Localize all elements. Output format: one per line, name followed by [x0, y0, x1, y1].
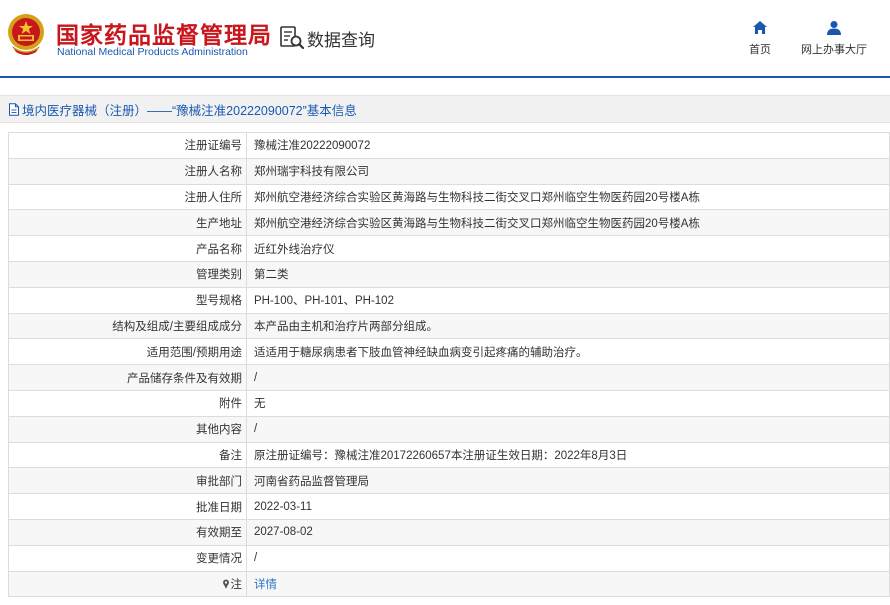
nav-home-label: 首页 [749, 44, 771, 56]
row-value: / [246, 415, 890, 443]
row-value: 第二类 [246, 260, 890, 288]
row-label: 生产地址 [8, 209, 247, 237]
row-label: 注册人名称 [8, 157, 247, 185]
row-label: 有效期至 [8, 518, 247, 546]
table-row: 注册人名称 郑州瑞宇科技有限公司 [8, 157, 890, 185]
breadcrumb: 境内医疗器械（注册）——“豫械注准20222090072”基本信息 [0, 95, 890, 123]
national-emblem-icon [8, 14, 44, 55]
row-value: 适适用于糖尿病患者下肢血管神经缺血病变引起疼痛的辅助治疗。 [246, 338, 890, 366]
table-row: 注册人住所 郑州航空港经济综合实验区黄海路与生物科技二街交叉口郑州临空生物医药园2… [8, 183, 890, 211]
table-row: 型号规格 PH-100、PH-101、PH-102 [8, 286, 890, 314]
row-value: / [246, 544, 890, 572]
row-value: 无 [246, 389, 890, 417]
row-label: 产品储存条件及有效期 [8, 364, 247, 391]
row-label: 注册人住所 [8, 183, 247, 211]
row-value: / [246, 364, 890, 391]
row-label: 产品名称 [8, 235, 247, 262]
table-row: 审批部门 河南省药品监督管理局 [8, 467, 890, 495]
org-name-cn: 国家药品监督管理局 [56, 22, 272, 48]
table-row: 有效期至 2027-08-02 [8, 518, 890, 546]
row-value: 2027-08-02 [246, 518, 890, 546]
note-row: 注 详情 [8, 570, 890, 598]
row-label: 管理类别 [8, 260, 247, 288]
row-label: 审批部门 [8, 467, 247, 495]
home-icon [753, 21, 767, 34]
row-value: 郑州瑞宇科技有限公司 [246, 157, 890, 185]
data-query-link[interactable]: 数据查询 [279, 25, 375, 51]
row-value: 豫械注准20222090072 [246, 132, 890, 159]
nav-home[interactable]: 首页 [747, 20, 773, 57]
row-value: 河南省药品监督管理局 [246, 467, 890, 495]
row-value: 郑州航空港经济综合实验区黄海路与生物科技二街交叉口郑州临空生物医药园20号楼A栋 [246, 209, 890, 237]
row-label: 批准日期 [8, 493, 247, 520]
row-label: 备注 [8, 441, 247, 469]
row-value: PH-100、PH-101、PH-102 [246, 286, 890, 314]
row-value: 2022-03-11 [246, 493, 890, 520]
row-label: 结构及组成/主要组成成分 [8, 312, 247, 340]
site-header: 国家药品监督管理局 National Medical Products Admi… [0, 0, 890, 78]
device-info-table: 注册证编号 豫械注准20222090072 注册人名称 郑州瑞宇科技有限公司 注册人… [8, 132, 890, 598]
row-label: 注册证编号 [8, 132, 247, 159]
table-row: 其他内容 / [8, 415, 890, 443]
document-icon [9, 102, 19, 116]
data-query-label: 数据查询 [307, 30, 375, 51]
details-link[interactable]: 详情 [254, 579, 277, 591]
row-label: 型号规格 [8, 286, 247, 314]
document-search-icon [280, 26, 305, 50]
table-row: 备注 原注册证编号：豫械注准20172260657本注册证生效日期：2022年8月… [8, 441, 890, 469]
nav-online-hall[interactable]: 网上办事大厅 [801, 20, 867, 57]
row-label: 附件 [8, 389, 247, 417]
table-row: 管理类别 第二类 [8, 260, 890, 288]
user-icon [827, 21, 841, 35]
row-label: 变更情况 [8, 544, 247, 572]
nav-online-hall-label: 网上办事大厅 [801, 44, 867, 56]
row-value: 郑州航空港经济综合实验区黄海路与生物科技二街交叉口郑州临空生物医药园20号楼A栋 [246, 183, 890, 211]
row-value: 近红外线治疗仪 [246, 235, 890, 262]
note-label: 注 [230, 578, 243, 591]
org-name-en: National Medical Products Administration [57, 46, 248, 58]
breadcrumb-text: 境内医疗器械（注册）——“豫械注准20222090072”基本信息 [22, 103, 357, 118]
pin-icon [222, 579, 229, 589]
note-value-cell: 详情 [246, 570, 890, 598]
row-label: 其他内容 [8, 415, 247, 443]
table-row: 适用范围/预期用途 适适用于糖尿病患者下肢血管神经缺血病变引起疼痛的辅助治疗。 [8, 338, 890, 366]
row-value: 本产品由主机和治疗片两部分组成。 [246, 312, 890, 340]
table-row: 附件无 [8, 389, 890, 417]
row-label: 适用范围/预期用途 [8, 338, 247, 366]
table-row: 批准日期 2022-03-11 [8, 493, 890, 520]
row-value: 原注册证编号：豫械注准20172260657本注册证生效日期：2022年8月3日 [246, 441, 890, 469]
table-row: 结构及组成/主要组成成分 本产品由主机和治疗片两部分组成。 [8, 312, 890, 340]
table-row: 生产地址 郑州航空港经济综合实验区黄海路与生物科技二街交叉口郑州临空生物医药园20… [8, 209, 890, 237]
table-row: 变更情况 / [8, 544, 890, 572]
table-row: 产品名称 近红外线治疗仪 [8, 235, 890, 262]
table-row: 注册证编号 豫械注准20222090072 [8, 132, 890, 159]
table-row: 产品储存条件及有效期 / [8, 364, 890, 391]
note-label-cell: 注 [8, 570, 247, 598]
